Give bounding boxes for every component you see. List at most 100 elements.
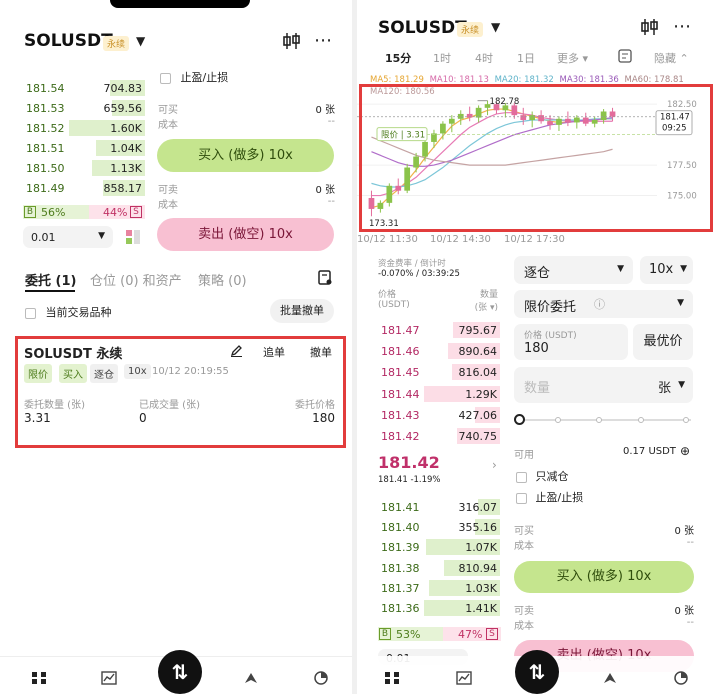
- assets-icon[interactable]: [673, 671, 689, 685]
- quantity-input[interactable]: 数量 张 ▼: [514, 367, 693, 403]
- orderbook-row[interactable]: 181.42 740.75: [378, 427, 500, 445]
- orderbook-price: 181.53: [26, 102, 65, 115]
- orderbook-row[interactable]: 181.47 795.67: [378, 321, 500, 339]
- symbol-title[interactable]: SOLUSDT: [378, 18, 467, 38]
- tf-more-label: 更多: [557, 52, 579, 65]
- quantity-slider-track[interactable]: [519, 419, 691, 421]
- orderbook-row[interactable]: 181.44 1.29K: [378, 385, 500, 403]
- price-input[interactable]: 价格 (USDT) 180: [514, 324, 628, 360]
- market-icon[interactable]: [31, 671, 47, 685]
- batch-cancel-button[interactable]: 批量撤单: [270, 299, 334, 323]
- hide-chart-toggle[interactable]: 隐藏 ⌃: [654, 50, 689, 66]
- orderbook-row[interactable]: 181.36 1.41K: [378, 599, 500, 617]
- chevron-down-icon: ▼: [680, 264, 687, 274]
- chart-nav-icon[interactable]: [456, 671, 472, 685]
- buy-long-button[interactable]: 买入 (做多) 10x: [514, 561, 694, 593]
- symbol-title[interactable]: SOLUSDT: [24, 31, 113, 51]
- slider-tick[interactable]: [638, 417, 644, 423]
- orderbook-row[interactable]: 181.43 427.06: [378, 406, 500, 424]
- cost-label: 成本: [158, 120, 178, 131]
- chevron-right-icon[interactable]: ›: [492, 458, 497, 472]
- tf-1h[interactable]: 1时: [433, 50, 451, 66]
- tf-4h[interactable]: 4时: [475, 50, 493, 66]
- precision-select[interactable]: 0.01 ▼: [23, 226, 113, 248]
- margin-mode-select[interactable]: 逐仓 ▼: [514, 256, 633, 284]
- price-col-label: 价格: [378, 290, 397, 300]
- info-icon[interactable]: ⓘ: [594, 296, 605, 312]
- quantity-unit[interactable]: 张: [658, 377, 671, 396]
- tpsl-checkbox[interactable]: 止盈/止损: [160, 69, 228, 85]
- tab-underline: [25, 290, 75, 292]
- orderbook-qty: 1.29K: [465, 387, 497, 401]
- right-trade-screen: SOLUSDT 永续 ▼ ⋯ 15分 1时 4时 1日 更多 ▾ 隐藏 ⌃ MA…: [357, 0, 715, 694]
- price-input-value: 180: [524, 341, 549, 356]
- best-price-button[interactable]: 最优价: [633, 324, 693, 360]
- more-icon[interactable]: ⋯: [314, 30, 333, 51]
- assets-icon[interactable]: [313, 671, 329, 685]
- hide-label: 隐藏: [654, 52, 676, 65]
- trade-nav-button[interactable]: ⇅: [515, 650, 559, 694]
- orderbook-qty: 1.03K: [465, 581, 497, 595]
- orderbook-row[interactable]: 181.38 810.94: [378, 559, 500, 577]
- tab-orders[interactable]: 委托 (1): [25, 270, 76, 289]
- slider-tick[interactable]: [683, 417, 689, 423]
- order-history-icon[interactable]: [318, 270, 332, 286]
- market-icon[interactable]: [384, 671, 400, 685]
- ratio-sell-text: 44%: [103, 206, 128, 219]
- trade-nav-button[interactable]: ⇅: [158, 650, 202, 694]
- x-tick-3: 10/12 17:30: [504, 234, 565, 245]
- tab-positions[interactable]: 仓位 (0) 和资产: [90, 270, 182, 289]
- current-symbol-filter[interactable]: 当前交易品种: [25, 304, 112, 320]
- orderbook-qty: 890.64: [458, 345, 498, 359]
- reduce-only-checkbox[interactable]: 只减仓: [516, 468, 569, 484]
- orderbook-row[interactable]: 181.52 1.60K: [23, 119, 145, 137]
- cost-value: --: [327, 196, 335, 207]
- qty-col-header[interactable]: 数量 (张 ▾): [453, 287, 498, 313]
- transfer-plus-icon[interactable]: ⊕: [680, 444, 690, 458]
- mark-price-change: 181.41 -1.19%: [378, 475, 441, 485]
- orderbook-row[interactable]: 181.53 659.56: [23, 99, 145, 117]
- slider-tick[interactable]: [555, 417, 561, 423]
- cost-value: --: [686, 537, 694, 548]
- orderbook-price: 181.41: [381, 501, 420, 514]
- chart-settings-icon[interactable]: [618, 49, 632, 63]
- tpsl-checkbox[interactable]: 止盈/止损: [516, 489, 583, 505]
- can-buy-label: 可买: [514, 526, 534, 537]
- chevron-down-icon[interactable]: ▼: [491, 20, 500, 34]
- tab-strategies[interactable]: 策略 (0): [198, 270, 247, 289]
- price-input-label: 价格 (USDT): [524, 331, 577, 341]
- candlestick-chart-icon[interactable]: [282, 32, 302, 50]
- order-type-select[interactable]: 限价委托 ⓘ ▼: [514, 290, 693, 318]
- orderbook-row[interactable]: 181.46 890.64: [378, 342, 500, 360]
- orderbook-row[interactable]: 181.40 355.16: [378, 518, 500, 536]
- sell-badge: S: [486, 628, 498, 640]
- orderbook-row[interactable]: 181.39 1.07K: [378, 538, 500, 556]
- tf-15m[interactable]: 15分: [385, 50, 411, 66]
- orderbook-row[interactable]: 181.49 858.17: [23, 179, 145, 197]
- can-buy-value: 0 张: [674, 526, 694, 537]
- can-buy-value: 0 张: [315, 105, 335, 116]
- orderbook-row[interactable]: 181.54 704.83: [23, 79, 145, 97]
- slider-tick[interactable]: [596, 417, 602, 423]
- more-icon[interactable]: ⋯: [673, 16, 691, 37]
- orderbook-row[interactable]: 181.41 316.07: [378, 498, 500, 516]
- sell-short-button[interactable]: 卖出 (做空) 10x: [157, 218, 334, 251]
- quantity-slider-handle[interactable]: [514, 414, 525, 425]
- orderbook-layout-icon[interactable]: [126, 230, 140, 244]
- candlestick-chart-icon[interactable]: [640, 18, 660, 36]
- orderbook-price: 181.37: [381, 581, 420, 595]
- tf-1d[interactable]: 1日: [517, 50, 535, 66]
- orderbook-row[interactable]: 181.50 1.13K: [23, 159, 145, 177]
- discover-icon[interactable]: [602, 671, 618, 685]
- orderbook-row[interactable]: 181.37 1.03K: [378, 579, 500, 597]
- tf-more[interactable]: 更多 ▾: [557, 50, 588, 66]
- discover-icon[interactable]: [243, 671, 259, 685]
- chart-nav-icon[interactable]: [101, 671, 117, 685]
- chevron-down-icon[interactable]: ▼: [136, 34, 145, 48]
- orderbook-row[interactable]: 181.51 1.04K: [23, 139, 145, 157]
- leverage-value: 10x: [649, 262, 674, 277]
- buy-long-button[interactable]: 买入 (做多) 10x: [157, 139, 334, 172]
- orderbook-row[interactable]: 181.45 816.04: [378, 363, 500, 381]
- leverage-select[interactable]: 10x ▼: [640, 256, 693, 284]
- orderbook-qty: 858.17: [103, 182, 143, 195]
